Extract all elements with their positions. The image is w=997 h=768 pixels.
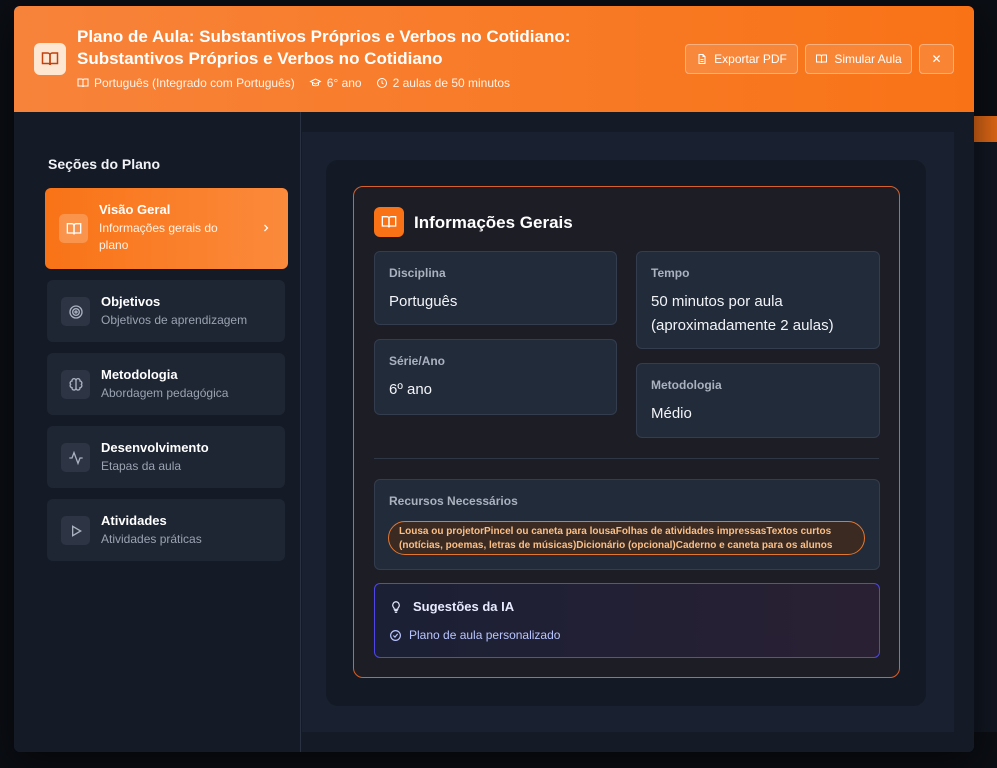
sidebar-item-label: Metodologia <box>101 367 178 382</box>
book-icon <box>374 207 404 237</box>
meta-subject: Português (Integrado com Português) <box>77 76 295 90</box>
export-pdf-button[interactable]: Exportar PDF <box>685 44 798 74</box>
simulate-lesson-label: Simular Aula <box>834 52 902 66</box>
file-icon <box>698 54 706 64</box>
sidebar-item-sub: Objetivos de aprendizagem <box>101 313 248 327</box>
sidebar-item-desenvolvimento[interactable]: Desenvolvimento Etapas da aula <box>47 426 285 488</box>
meta-grade: 6° ano <box>309 76 362 90</box>
resources-box: Recursos Necessários Lousa ou projetorPi… <box>374 479 880 570</box>
sidebar-item-label: Visão Geral <box>99 202 171 217</box>
play-icon <box>61 516 90 545</box>
metodologia-label: Metodologia <box>651 378 722 392</box>
serie-label: Série/Ano <box>389 354 446 368</box>
simulate-lesson-button[interactable]: Simular Aula <box>805 44 912 74</box>
sidebar: Seções do Plano Visão Geral Informações … <box>14 112 301 752</box>
sidebar-item-sub: Abordagem pedagógica <box>101 386 229 400</box>
resources-tag: Lousa ou projetorPincel ou caneta para l… <box>388 521 865 555</box>
page-title: Plano de Aula: Substantivos Próprios e V… <box>77 27 571 68</box>
book-icon <box>59 214 88 243</box>
serie-box: Série/Ano 6º ano <box>374 339 617 415</box>
sidebar-title: Seções do Plano <box>48 156 161 172</box>
serie-value: 6º ano <box>389 381 433 398</box>
ai-suggestions-title: Sugestões da IA <box>413 599 515 614</box>
book-icon <box>816 54 828 64</box>
target-icon <box>61 297 90 326</box>
metodologia-value: Médio <box>651 405 692 422</box>
check-circle-icon <box>390 630 401 641</box>
card-title: Informações Gerais <box>414 213 573 232</box>
sidebar-item-sub: Informações gerais do plano <box>99 221 218 252</box>
modal-header: Plano de Aula: Substantivos Próprios e V… <box>14 6 974 112</box>
content-panel: Informações Gerais Disciplina Português … <box>326 160 926 706</box>
lesson-plan-modal: Plano de Aula: Substantivos Próprios e V… <box>14 6 974 752</box>
backdrop-fragment <box>974 116 997 142</box>
graduation-cap-icon <box>309 78 322 87</box>
chevron-right-icon <box>264 224 269 232</box>
meta-grade-text: 6° ano <box>326 76 362 90</box>
tempo-value: 50 minutos por aula (aproximadamente 2 a… <box>651 293 834 334</box>
book-icon <box>77 78 89 88</box>
ai-suggestions-box: Sugestões da IA Plano de aula personaliz… <box>374 583 880 658</box>
sidebar-item-atividades[interactable]: Atividades Atividades práticas <box>47 499 285 561</box>
resources-label: Recursos Necessários <box>389 494 518 508</box>
sidebar-item-sub: Etapas da aula <box>101 459 182 473</box>
book-icon <box>34 43 66 75</box>
meta-duration-text: 2 aulas de 50 minutos <box>392 76 511 90</box>
disciplina-value: Português <box>389 293 458 310</box>
backdrop-fragment <box>974 142 997 732</box>
lightbulb-icon <box>392 601 400 613</box>
sidebar-item-sub: Atividades práticas <box>101 532 202 546</box>
meta-duration: 2 aulas de 50 minutos <box>376 76 510 90</box>
metodologia-box: Metodologia Médio <box>636 363 880 438</box>
tempo-label: Tempo <box>651 266 690 280</box>
header-meta: Português (Integrado com Português) 6° a… <box>77 76 510 90</box>
disciplina-label: Disciplina <box>389 266 446 280</box>
general-info-card: Informações Gerais Disciplina Português … <box>353 186 900 678</box>
brain-icon <box>61 370 90 399</box>
sidebar-item-label: Atividades <box>101 513 167 528</box>
clock-icon <box>376 78 387 88</box>
meta-subject-text: Português (Integrado com Português) <box>94 76 295 90</box>
content-area[interactable]: Informações Gerais Disciplina Português … <box>302 132 954 732</box>
sidebar-item-visao-geral[interactable]: Visão Geral Informações gerais do plano <box>45 188 288 269</box>
tempo-box: Tempo 50 minutos por aula (aproximadamen… <box>636 251 880 349</box>
sidebar-item-objetivos[interactable]: Objetivos Objetivos de aprendizagem <box>47 280 285 342</box>
export-pdf-label: Exportar PDF <box>714 52 787 66</box>
close-button[interactable]: ✕ <box>919 44 954 74</box>
close-icon: ✕ <box>931 52 942 66</box>
sidebar-item-metodologia[interactable]: Metodologia Abordagem pedagógica <box>47 353 285 415</box>
main-content: Informações Gerais Disciplina Português … <box>302 112 974 752</box>
sidebar-item-label: Desenvolvimento <box>101 440 209 455</box>
activity-icon <box>61 443 90 472</box>
divider <box>374 458 879 459</box>
ai-suggestion-item: Plano de aula personalizado <box>409 628 561 642</box>
disciplina-box: Disciplina Português <box>374 251 617 325</box>
sidebar-item-label: Objetivos <box>101 294 161 309</box>
